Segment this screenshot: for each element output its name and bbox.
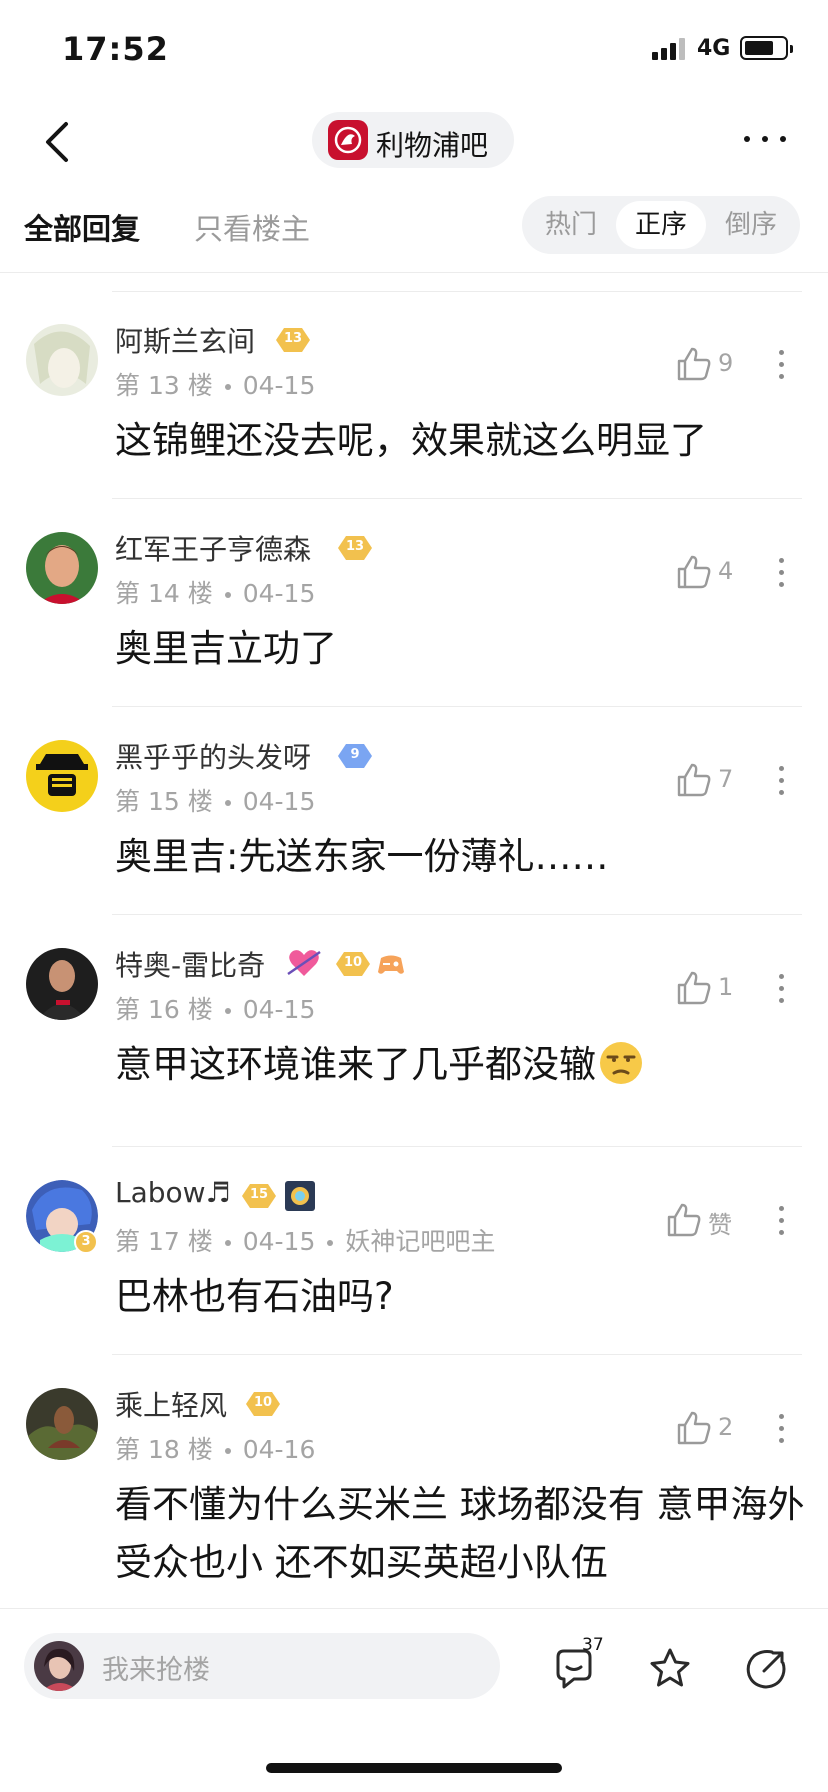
avatar[interactable] (26, 740, 98, 812)
bottom-bar: 我来抢楼 37 (0, 1608, 828, 1792)
comment-text: 看不懂为什么买米兰 球场都没有 意甲海外受众也小 还不如买英超小队伍 (115, 1483, 805, 1584)
comment-text: 意甲这环境谁来了几乎都没辙 (115, 1036, 805, 1094)
like-button[interactable]: 1 (674, 968, 754, 1008)
status-time: 17:52 (62, 30, 169, 68)
home-indicator (266, 1763, 562, 1773)
reply-input[interactable]: 我来抢楼 (24, 1633, 500, 1699)
thumbs-up-icon (677, 1411, 711, 1445)
forum-name: 利物浦吧 (376, 129, 489, 162)
avatar[interactable] (26, 948, 98, 1020)
thumbs-up-icon (677, 971, 711, 1005)
like-button[interactable]: 2 (674, 1408, 754, 1448)
thumbs-up-icon (667, 1203, 701, 1237)
comment-count: 37 (582, 1635, 604, 1655)
member-icon (284, 1180, 316, 1212)
comment-more-icon[interactable] (776, 1204, 788, 1238)
forum-pill[interactable]: 利物浦吧 (312, 112, 514, 168)
post-meta: 第 14 楼 04-15 (115, 579, 316, 608)
user-name[interactable]: 黑乎乎的头发呀 (115, 736, 311, 776)
heart-arrow-icon (286, 946, 322, 980)
like-button[interactable]: 4 (674, 552, 754, 592)
battery-icon (740, 36, 793, 60)
like-button[interactable]: 赞 (664, 1200, 744, 1240)
level-badge: 9 (336, 742, 374, 770)
divider (112, 498, 802, 499)
avatar[interactable]: 3 (26, 1180, 98, 1254)
comment-more-icon[interactable] (776, 556, 788, 590)
unamused-face-icon (600, 1042, 642, 1084)
user-name[interactable]: 乘上轻风 (115, 1384, 227, 1424)
star-icon[interactable] (646, 1645, 694, 1693)
level-badge: 13 (336, 534, 374, 562)
comment-text: 奥里吉立功了 (115, 627, 337, 670)
divider (112, 706, 802, 707)
thumbs-up-icon (677, 763, 711, 797)
sort-hot[interactable]: 热门 (526, 201, 616, 249)
comment-more-icon[interactable] (776, 764, 788, 798)
comment-text: 巴林也有石油吗? (115, 1275, 394, 1318)
my-avatar (34, 1641, 84, 1691)
sort-asc[interactable]: 正序 (616, 201, 706, 249)
sort-desc[interactable]: 倒序 (706, 201, 796, 249)
reply-placeholder: 我来抢楼 (102, 1655, 210, 1686)
status-bar: 17:52 4G (0, 0, 828, 100)
post-meta: 第 16 楼 04-15 (115, 995, 316, 1024)
share-icon[interactable] (742, 1645, 790, 1693)
avatar[interactable] (26, 324, 98, 396)
user-name[interactable]: 红军王子亨德森 (115, 528, 311, 568)
tab-owner-only[interactable]: 只看楼主 (194, 206, 310, 248)
post-meta: 第 15 楼 04-15 (115, 787, 316, 816)
network-label: 4G (697, 36, 731, 61)
post-meta: 第 13 楼 04-15 (115, 371, 316, 400)
post-meta: 第 17 楼 04-15 妖神记吧吧主 (115, 1227, 496, 1256)
divider (112, 291, 802, 292)
comment-more-icon[interactable] (776, 1412, 788, 1446)
divider (112, 1146, 802, 1147)
comment-more-icon[interactable] (776, 348, 788, 382)
thumbs-up-icon (677, 347, 711, 381)
forum-logo-icon (328, 120, 368, 160)
divider (112, 914, 802, 915)
level-badge: 10 (334, 950, 372, 978)
user-name[interactable]: Labow♬ (115, 1176, 231, 1209)
header-divider (0, 272, 828, 273)
like-button[interactable]: 7 (674, 760, 754, 800)
post-meta: 第 18 楼 04-16 (115, 1435, 316, 1464)
back-icon[interactable] (38, 116, 78, 168)
tab-all-replies[interactable]: 全部回复 (24, 206, 140, 248)
avatar-level-badge: 3 (74, 1230, 98, 1254)
level-badge: 10 (244, 1390, 282, 1418)
like-button[interactable]: 9 (674, 344, 754, 384)
level-badge: 15 (240, 1182, 278, 1210)
sort-toggle: 热门 正序 倒序 (522, 196, 800, 254)
comment-text: 奥里吉:先送东家一份薄礼…… (115, 835, 609, 878)
user-name[interactable]: 特奥-雷比奇 (115, 944, 265, 984)
more-icon[interactable] (740, 126, 790, 150)
divider (112, 1354, 802, 1355)
signal-icon (652, 38, 686, 60)
comment-more-icon[interactable] (776, 972, 788, 1006)
thumbs-up-icon (677, 555, 711, 589)
comment-text: 这锦鲤还没去呢，效果就这么明显了 (115, 419, 707, 462)
level-badge: 13 (274, 326, 312, 354)
gamepad-icon (376, 950, 406, 978)
user-name[interactable]: 阿斯兰玄间 (115, 320, 255, 360)
avatar[interactable] (26, 1388, 98, 1460)
avatar[interactable] (26, 532, 98, 604)
